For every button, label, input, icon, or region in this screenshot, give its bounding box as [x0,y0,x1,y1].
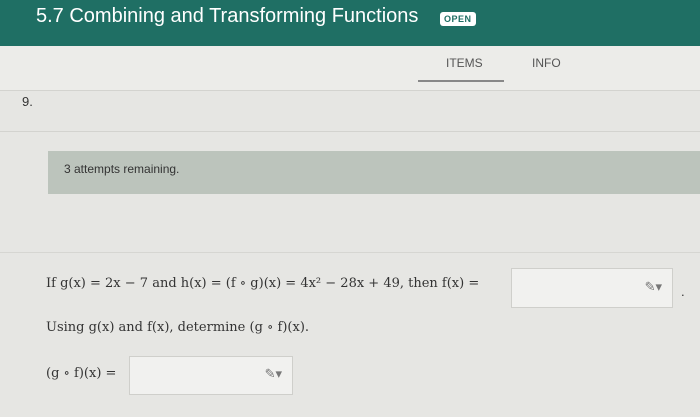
question-number: 9. [22,94,33,109]
tab-bar: ITEMS INFO [0,46,700,91]
divider [0,131,700,132]
tab-items[interactable]: ITEMS [446,56,483,70]
tab-info[interactable]: INFO [532,56,561,70]
attempts-banner: 3 attempts remaining. [48,151,700,194]
page-title: 5.7 Combining and Transforming Functions [36,5,419,27]
divider [0,252,700,253]
question-prompt-1: If g(x) = 2x − 7 and h(x) = (f ∘ g)(x) =… [46,276,480,291]
active-tab-indicator [418,80,504,82]
pencil-icon[interactable]: ✎▾ [645,279,662,295]
attempts-text: 3 attempts remaining. [64,162,180,176]
answer-input-f[interactable]: ✎▾ [511,268,673,308]
question-prompt-2: Using g(x) and f(x), determine (g ∘ f)(x… [46,320,310,335]
answer-label-gof: (g ∘ f)(x) = [46,366,117,381]
answer-input-gof[interactable]: ✎▾ [129,356,293,395]
status-badge: OPEN [440,12,476,26]
sentence-period: . [681,284,685,299]
page-header: 5.7 Combining and Transforming Functions… [0,0,700,46]
pencil-icon[interactable]: ✎▾ [265,366,282,382]
